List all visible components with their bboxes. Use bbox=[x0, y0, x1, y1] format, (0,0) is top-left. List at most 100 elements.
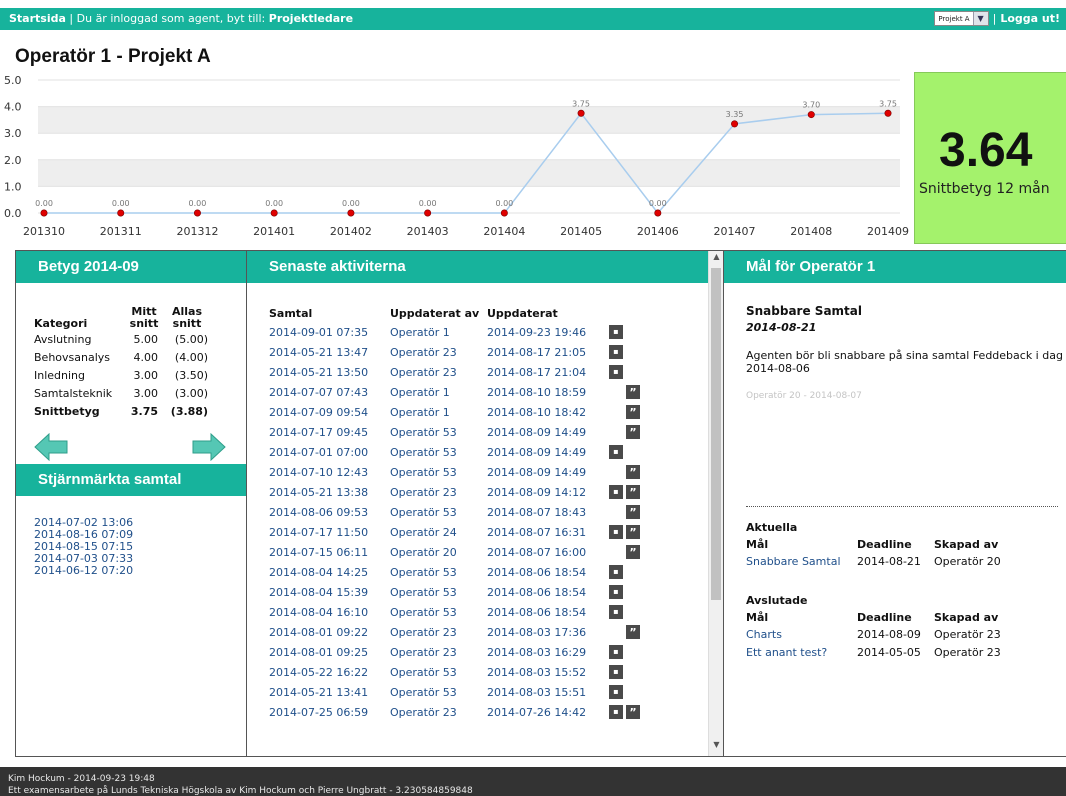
call-link[interactable]: 2014-07-01 07:00 bbox=[269, 446, 368, 459]
goal-date: 2014-08-21 bbox=[746, 321, 817, 334]
updated-link[interactable]: 2014-08-09 14:12 bbox=[487, 486, 586, 499]
stats-icon[interactable]: ▪ bbox=[609, 645, 623, 659]
operator-link[interactable]: Operatör 53 bbox=[390, 466, 457, 479]
call-link[interactable]: 2014-08-04 16:10 bbox=[269, 606, 368, 619]
stats-icon[interactable]: ▪ bbox=[609, 685, 623, 699]
stats-icon[interactable]: ▪ bbox=[609, 445, 623, 459]
stats-icon[interactable]: ▪ bbox=[609, 345, 623, 359]
operator-link[interactable]: Operatör 53 bbox=[390, 506, 457, 519]
starred-call-link[interactable]: 2014-06-12 07:20 bbox=[34, 565, 133, 577]
operator-link[interactable]: Operatör 53 bbox=[390, 666, 457, 679]
comment-icon[interactable]: ” bbox=[626, 525, 640, 539]
call-link[interactable]: 2014-07-17 09:45 bbox=[269, 426, 368, 439]
operator-link[interactable]: Operatör 23 bbox=[390, 486, 457, 499]
updated-link[interactable]: 2014-08-03 17:36 bbox=[487, 626, 586, 639]
updated-link[interactable]: 2014-08-10 18:59 bbox=[487, 386, 586, 399]
call-link[interactable]: 2014-07-25 06:59 bbox=[269, 706, 368, 719]
call-link[interactable]: 2014-05-21 13:38 bbox=[269, 486, 368, 499]
goal-link[interactable]: Charts bbox=[746, 628, 782, 641]
updated-cell: 2014-08-17 21:05 bbox=[487, 342, 609, 362]
updated-link[interactable]: 2014-08-03 16:29 bbox=[487, 646, 586, 659]
comment-icon[interactable]: ” bbox=[626, 625, 640, 639]
updated-link[interactable]: 2014-08-10 18:42 bbox=[487, 406, 586, 419]
goal-link[interactable]: Ett anant test? bbox=[746, 646, 827, 659]
stats-icon[interactable]: ▪ bbox=[609, 605, 623, 619]
call-link[interactable]: 2014-08-04 15:39 bbox=[269, 586, 368, 599]
operator-link[interactable]: Operatör 53 bbox=[390, 606, 457, 619]
operator-link[interactable]: Operatör 24 bbox=[390, 526, 457, 539]
updated-link[interactable]: 2014-08-09 14:49 bbox=[487, 446, 586, 459]
call-link[interactable]: 2014-07-17 11:50 bbox=[269, 526, 368, 539]
operator-link[interactable]: Operatör 23 bbox=[390, 366, 457, 379]
next-month-arrow-icon[interactable] bbox=[192, 433, 226, 461]
operator-link[interactable]: Operatör 53 bbox=[390, 426, 457, 439]
updated-link[interactable]: 2014-08-07 16:00 bbox=[487, 546, 586, 559]
operator-link[interactable]: Operatör 53 bbox=[390, 446, 457, 459]
project-select[interactable]: Projekt A ▼ bbox=[934, 11, 989, 26]
stats-icon[interactable]: ▪ bbox=[609, 485, 623, 499]
stats-icon[interactable]: ▪ bbox=[609, 365, 623, 379]
call-link[interactable]: 2014-07-15 06:11 bbox=[269, 546, 368, 559]
comment-icon[interactable]: ” bbox=[626, 705, 640, 719]
comment-icon[interactable]: ” bbox=[626, 385, 640, 399]
operator-link[interactable]: Operatör 23 bbox=[390, 626, 457, 639]
scrollbar-thumb[interactable] bbox=[711, 268, 721, 600]
operator-link[interactable]: Operatör 23 bbox=[390, 706, 457, 719]
updated-link[interactable]: 2014-08-17 21:05 bbox=[487, 346, 586, 359]
updated-link[interactable]: 2014-08-03 15:52 bbox=[487, 666, 586, 679]
call-link[interactable]: 2014-05-21 13:41 bbox=[269, 686, 368, 699]
comment-icon[interactable]: ” bbox=[626, 485, 640, 499]
call-link[interactable]: 2014-07-09 09:54 bbox=[269, 406, 368, 419]
updated-link[interactable]: 2014-08-07 18:43 bbox=[487, 506, 586, 519]
stats-icon[interactable]: ▪ bbox=[609, 325, 623, 339]
updated-link[interactable]: 2014-08-17 21:04 bbox=[487, 366, 586, 379]
activities-scrollbar[interactable]: ▲ ▼ bbox=[708, 251, 723, 756]
operator-link[interactable]: Operatör 53 bbox=[390, 566, 457, 579]
scroll-up-icon[interactable]: ▲ bbox=[709, 252, 723, 266]
updated-link[interactable]: 2014-07-26 14:42 bbox=[487, 706, 586, 719]
scroll-down-icon[interactable]: ▼ bbox=[709, 740, 723, 754]
operator-link[interactable]: Operatör 53 bbox=[390, 686, 457, 699]
comment-icon[interactable]: ” bbox=[626, 505, 640, 519]
stats-icon[interactable]: ▪ bbox=[609, 565, 623, 579]
call-link[interactable]: 2014-07-07 07:43 bbox=[269, 386, 368, 399]
operator-link[interactable]: Operatör 1 bbox=[390, 406, 450, 419]
stats-icon[interactable]: ▪ bbox=[609, 525, 623, 539]
comment-icon[interactable]: ” bbox=[626, 545, 640, 559]
call-link[interactable]: 2014-05-22 16:22 bbox=[269, 666, 368, 679]
operator-link[interactable]: Operatör 1 bbox=[390, 386, 450, 399]
updated-link[interactable]: 2014-08-03 15:51 bbox=[487, 686, 586, 699]
call-link[interactable]: 2014-09-01 07:35 bbox=[269, 326, 368, 339]
stats-icon[interactable]: ▪ bbox=[609, 665, 623, 679]
updated-link[interactable]: 2014-08-06 18:54 bbox=[487, 586, 586, 599]
call-link[interactable]: 2014-05-21 13:47 bbox=[269, 346, 368, 359]
updated-link[interactable]: 2014-08-09 14:49 bbox=[487, 466, 586, 479]
comment-icon[interactable]: ” bbox=[626, 465, 640, 479]
call-link[interactable]: 2014-05-21 13:50 bbox=[269, 366, 368, 379]
updated-link[interactable]: 2014-09-23 19:46 bbox=[487, 326, 586, 339]
previous-month-arrow-icon[interactable] bbox=[34, 433, 68, 461]
call-link[interactable]: 2014-08-01 09:22 bbox=[269, 626, 368, 639]
operator-link[interactable]: Operatör 53 bbox=[390, 586, 457, 599]
operator-link[interactable]: Operatör 23 bbox=[390, 646, 457, 659]
home-link[interactable]: Startsida bbox=[9, 12, 66, 25]
switch-role-link[interactable]: Projektledare bbox=[269, 12, 353, 25]
call-link[interactable]: 2014-08-06 09:53 bbox=[269, 506, 368, 519]
operator-link[interactable]: Operatör 1 bbox=[390, 326, 450, 339]
call-link[interactable]: 2014-07-10 12:43 bbox=[269, 466, 368, 479]
goal-link[interactable]: Snabbare Samtal bbox=[746, 555, 841, 568]
comment-icon[interactable]: ” bbox=[626, 425, 640, 439]
call-link[interactable]: 2014-08-01 09:25 bbox=[269, 646, 368, 659]
updated-link[interactable]: 2014-08-06 18:54 bbox=[487, 606, 586, 619]
call-link[interactable]: 2014-08-04 14:25 bbox=[269, 566, 368, 579]
stats-icon[interactable]: ▪ bbox=[609, 585, 623, 599]
logout-link[interactable]: Logga ut! bbox=[1000, 12, 1060, 25]
stats-icon[interactable]: ▪ bbox=[609, 705, 623, 719]
my-average-cell: 4.00 bbox=[133, 350, 159, 364]
comment-icon[interactable]: ” bbox=[626, 405, 640, 419]
updated-link[interactable]: 2014-08-06 18:54 bbox=[487, 566, 586, 579]
operator-link[interactable]: Operatör 20 bbox=[390, 546, 457, 559]
updated-link[interactable]: 2014-08-07 16:31 bbox=[487, 526, 586, 539]
updated-link[interactable]: 2014-08-09 14:49 bbox=[487, 426, 586, 439]
operator-link[interactable]: Operatör 23 bbox=[390, 346, 457, 359]
